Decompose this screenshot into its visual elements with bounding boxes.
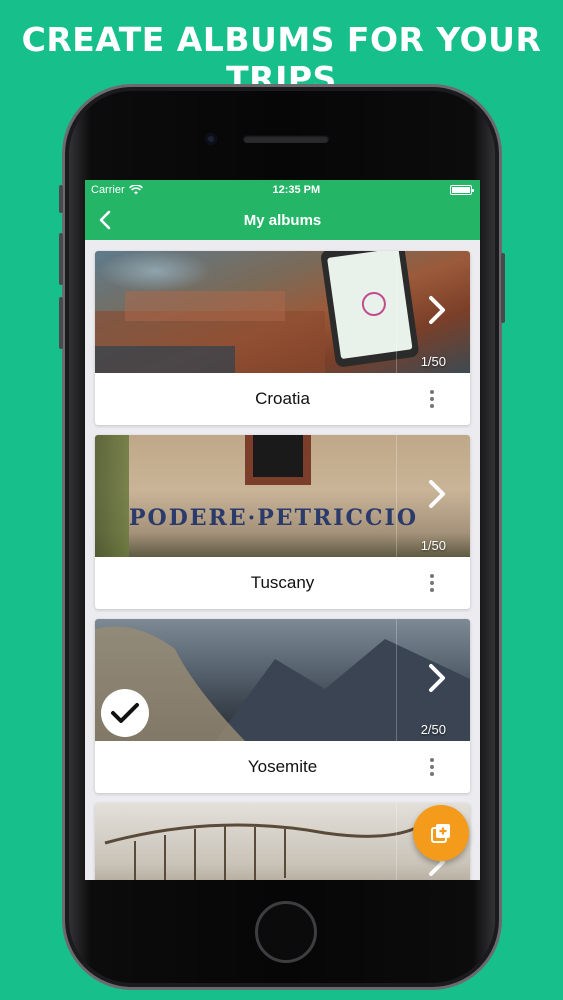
chevron-left-icon xyxy=(99,210,111,230)
battery-icon xyxy=(449,185,474,195)
window-image xyxy=(245,435,311,485)
album-name: Croatia xyxy=(255,389,310,408)
status-time: 12:35 PM xyxy=(272,184,321,196)
speaker-grille xyxy=(243,135,329,143)
more-options-button[interactable] xyxy=(422,757,442,777)
phone-in-hand-image xyxy=(320,251,420,368)
mute-switch xyxy=(59,185,63,213)
back-button[interactable] xyxy=(91,206,119,234)
add-album-button[interactable] xyxy=(413,805,469,861)
volume-down-button xyxy=(59,297,63,349)
image-divider xyxy=(396,619,397,741)
chevron-right-icon[interactable] xyxy=(428,663,446,693)
building-sign: PODERE·PETRICCIO xyxy=(129,505,418,531)
chevron-right-icon[interactable] xyxy=(428,479,446,509)
album-cover-yosemite[interactable]: 2/50 xyxy=(95,619,470,741)
status-bar: Carrier 12:35 PM xyxy=(85,180,480,200)
more-options-button[interactable] xyxy=(422,573,442,593)
carrier-label: Carrier xyxy=(91,184,125,196)
album-card-croatia[interactable]: 1/50 Croatia xyxy=(95,251,470,425)
chevron-right-icon[interactable] xyxy=(428,295,446,325)
home-button[interactable] xyxy=(255,901,317,963)
image-divider xyxy=(396,251,397,373)
page-title: My albums xyxy=(243,211,322,229)
album-name: Tuscany xyxy=(250,573,315,592)
power-button xyxy=(501,253,505,323)
album-cover-croatia[interactable]: 1/50 xyxy=(95,251,470,373)
selected-check-badge[interactable] xyxy=(101,689,149,737)
album-card-yosemite[interactable]: 2/50 Yosemite xyxy=(95,619,470,793)
photo-count: 2/50 xyxy=(420,722,446,737)
checkmark-icon xyxy=(111,703,139,723)
photo-count: 1/50 xyxy=(420,354,446,369)
volume-up-button xyxy=(59,233,63,285)
image-divider xyxy=(396,435,397,557)
add-photo-icon xyxy=(431,824,450,843)
tree-image xyxy=(95,435,129,557)
photo-count: 1/50 xyxy=(420,538,446,553)
album-cover-tuscany[interactable]: PODERE·PETRICCIO 1/50 xyxy=(95,435,470,557)
app-screen: Carrier 12:35 PM My albums 1/50 Croatia … xyxy=(85,180,480,880)
wifi-icon xyxy=(128,185,143,195)
more-options-button[interactable] xyxy=(422,389,442,409)
image-divider xyxy=(396,803,397,880)
front-camera-icon xyxy=(205,133,217,145)
mountain-image xyxy=(95,626,470,741)
album-list: 1/50 Croatia PODERE·PETRICCIO 1/50 Tusca… xyxy=(85,240,480,880)
app-bar: My albums xyxy=(85,200,480,240)
album-name: Yosemite xyxy=(247,757,318,776)
album-card-tuscany[interactable]: PODERE·PETRICCIO 1/50 Tuscany xyxy=(95,435,470,609)
